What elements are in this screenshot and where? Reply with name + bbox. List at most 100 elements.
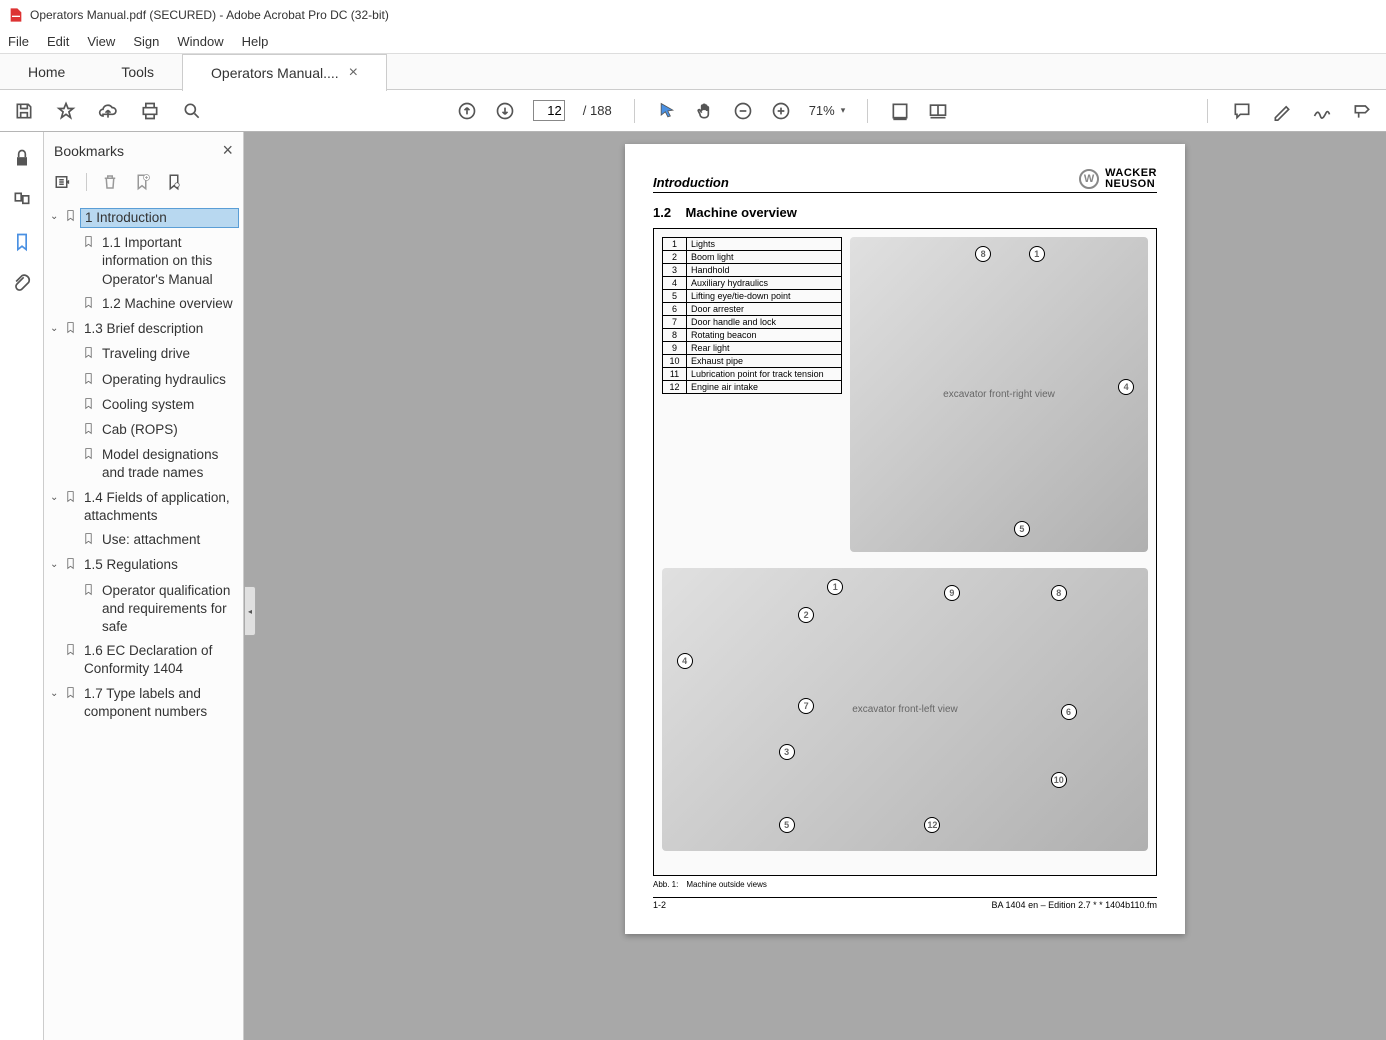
bookmark-item[interactable]: 1.6 EC Declaration of Conformity 1404 <box>50 639 241 681</box>
figure-caption: Abb. 1: Machine outside views <box>653 880 1157 889</box>
callout-7: 7 <box>798 698 814 714</box>
fig-desc: Machine outside views <box>686 880 766 889</box>
bm-delete-icon[interactable] <box>101 173 119 191</box>
callout-10: 10 <box>1051 772 1067 788</box>
callout-9: 9 <box>944 585 960 601</box>
callout-4: 4 <box>1118 379 1134 395</box>
callout-3: 3 <box>779 744 795 760</box>
page-down-icon[interactable] <box>495 101 515 121</box>
bookmarks-icon[interactable] <box>12 232 32 252</box>
page-total: / 188 <box>583 103 612 118</box>
close-tab-icon[interactable]: × <box>349 64 358 82</box>
bookmark-item[interactable]: 1.1 Important information on this Operat… <box>50 231 241 292</box>
tab-tools-label: Tools <box>121 64 154 80</box>
menu-file[interactable]: File <box>8 34 29 49</box>
more-tools-icon[interactable] <box>1352 101 1372 121</box>
section-name: Machine overview <box>686 205 797 220</box>
callout-5: 5 <box>779 817 795 833</box>
section-number: 1.2 <box>653 205 671 220</box>
menu-help[interactable]: Help <box>242 34 269 49</box>
zoom-dropdown[interactable]: 71% <box>809 103 846 118</box>
hand-icon[interactable] <box>695 101 715 121</box>
page-view: Introduction W WACKERNEUSON 1.2 Machine … <box>625 144 1185 934</box>
callout-8: 8 <box>975 246 991 262</box>
toolbar: / 188 71% <box>0 90 1386 132</box>
machine-illustration-top: excavator front-right view8145 <box>850 237 1148 552</box>
bm-new-icon[interactable] <box>133 173 151 191</box>
brand-line2: NEUSON <box>1105 179 1157 190</box>
bookmark-item[interactable]: ⌄1.7 Type labels and component numbers <box>50 682 241 724</box>
find-icon[interactable] <box>182 101 202 121</box>
bookmark-item[interactable]: Traveling drive <box>50 342 241 367</box>
side-rail <box>0 132 44 1040</box>
zoom-in-icon[interactable] <box>771 101 791 121</box>
figure-box: 1Lights2Boom light3Handhold4Auxiliary hy… <box>653 228 1157 876</box>
bookmark-item[interactable]: ⌄1.3 Brief description <box>50 317 241 342</box>
callout-1: 1 <box>827 579 843 595</box>
bookmark-item[interactable]: ⌄1.5 Regulations <box>50 553 241 578</box>
wacker-logo-icon: W <box>1079 169 1099 189</box>
bookmark-item[interactable]: ⌄1 Introduction <box>50 205 241 231</box>
fig-label: Abb. 1: <box>653 880 678 889</box>
close-panel-icon[interactable]: × <box>222 140 233 161</box>
callout-2: 2 <box>798 607 814 623</box>
lock-icon[interactable] <box>12 148 32 168</box>
sign-icon[interactable] <box>1312 101 1332 121</box>
section-title: 1.2 Machine overview <box>653 205 1157 220</box>
bookmark-item[interactable]: Cooling system <box>50 393 241 418</box>
window-title: Operators Manual.pdf (SECURED) - Adobe A… <box>30 8 389 22</box>
fit-width-icon[interactable] <box>890 101 910 121</box>
panel-title: Bookmarks <box>54 143 124 159</box>
footer-page-num: 1-2 <box>653 900 666 910</box>
attachments-icon[interactable] <box>12 274 32 294</box>
print-icon[interactable] <box>140 101 160 121</box>
tab-document-label: Operators Manual.... <box>211 65 339 81</box>
bm-find-icon[interactable] <box>165 173 183 191</box>
callout-1: 1 <box>1029 246 1045 262</box>
menu-edit[interactable]: Edit <box>47 34 69 49</box>
callout-6: 6 <box>1061 704 1077 720</box>
page-number-input[interactable] <box>533 100 565 121</box>
bookmark-tree[interactable]: ⌄1 Introduction1.1 Important information… <box>44 201 243 1040</box>
document-area[interactable]: ◂ Introduction W WACKERNEUSON 1.2 Machin… <box>244 132 1386 1040</box>
pointer-icon[interactable] <box>657 101 677 121</box>
page-total-value: 188 <box>590 103 612 118</box>
comment-icon[interactable] <box>1232 101 1252 121</box>
bookmark-item[interactable]: Operating hydraulics <box>50 368 241 393</box>
bookmark-item[interactable]: 1.2 Machine overview <box>50 292 241 317</box>
cloud-icon[interactable] <box>98 101 118 121</box>
footer-edition: BA 1404 en – Edition 2.7 * * 1404b110.fm <box>992 900 1157 910</box>
page-up-icon[interactable] <box>457 101 477 121</box>
brand-logo: W WACKERNEUSON <box>1079 168 1157 190</box>
highlight-icon[interactable] <box>1272 101 1292 121</box>
splitter-handle[interactable]: ◂ <box>244 586 256 636</box>
parts-table: 1Lights2Boom light3Handhold4Auxiliary hy… <box>662 237 842 394</box>
menu-window[interactable]: Window <box>177 34 223 49</box>
bookmark-item[interactable]: Operator qualification and requirements … <box>50 579 241 640</box>
bookmark-item[interactable]: Cab (ROPS) <box>50 418 241 443</box>
star-icon[interactable] <box>56 101 76 121</box>
callout-4: 4 <box>677 653 693 669</box>
thumbnails-icon[interactable] <box>12 190 32 210</box>
save-icon[interactable] <box>14 101 34 121</box>
bm-options-icon[interactable] <box>54 173 72 191</box>
bookmarks-panel: Bookmarks × ⌄1 Introduction1.1 Important… <box>44 132 244 1040</box>
bookmark-item[interactable]: ⌄1.4 Fields of application, attachments <box>50 486 241 528</box>
tab-home[interactable]: Home <box>0 54 93 89</box>
menu-view[interactable]: View <box>87 34 115 49</box>
zoom-out-icon[interactable] <box>733 101 753 121</box>
machine-illustration-bottom: excavator front-left view1982473610512 <box>662 568 1148 852</box>
tab-bar: Home Tools Operators Manual.... × <box>0 54 1386 90</box>
bookmark-item[interactable]: Model designations and trade names <box>50 443 241 485</box>
tab-document[interactable]: Operators Manual.... × <box>182 54 387 91</box>
zoom-value: 71% <box>809 103 835 118</box>
menu-bar: File Edit View Sign Window Help <box>0 30 1386 54</box>
menu-sign[interactable]: Sign <box>133 34 159 49</box>
tab-tools[interactable]: Tools <box>93 54 182 89</box>
callout-8: 8 <box>1051 585 1067 601</box>
callout-5: 5 <box>1014 521 1030 537</box>
page-header-title: Introduction <box>653 175 729 190</box>
bookmark-item[interactable]: Use: attachment <box>50 528 241 553</box>
work-area: Bookmarks × ⌄1 Introduction1.1 Important… <box>0 132 1386 1040</box>
view-mode-icon[interactable] <box>928 101 948 121</box>
